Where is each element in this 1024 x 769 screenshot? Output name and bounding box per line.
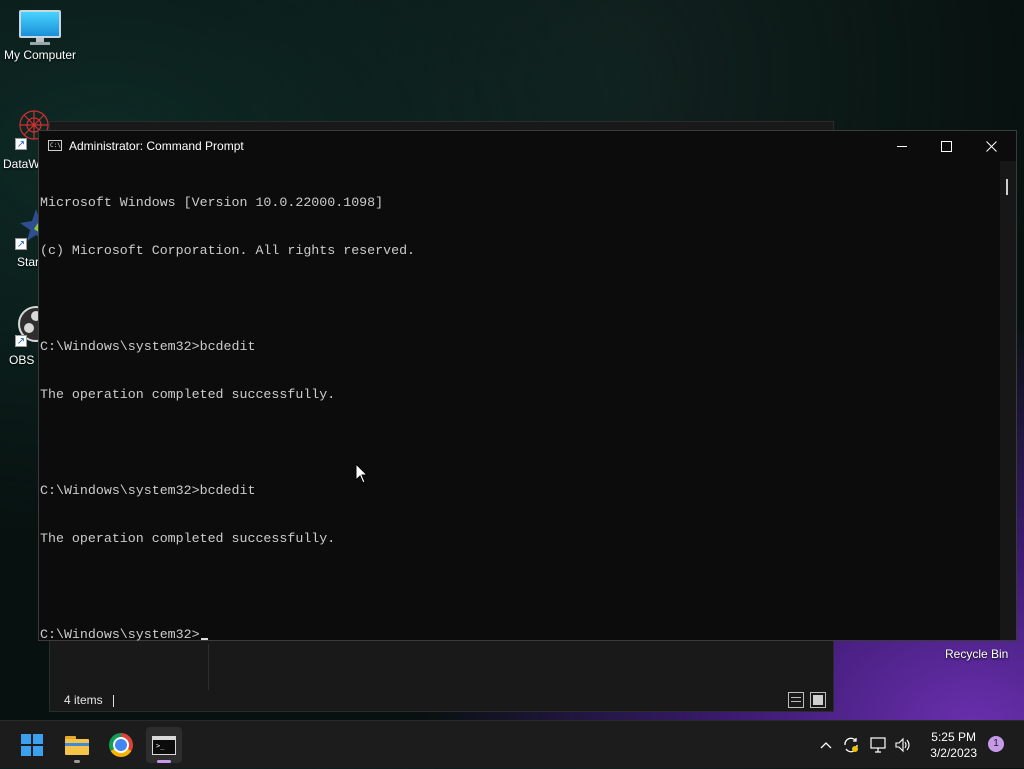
desktop-icon-my-computer[interactable]: My Computer (0, 10, 80, 62)
monitor-icon (19, 10, 61, 45)
notification-badge[interactable]: 1 (988, 736, 1004, 752)
minimize-icon (896, 145, 907, 147)
taskbar-file-explorer[interactable] (59, 727, 95, 763)
maximize-button[interactable] (924, 131, 969, 161)
console-line: Microsoft Windows [Version 10.0.22000.10… (40, 195, 384, 210)
shortcut-arrow-icon: ↗ (15, 238, 27, 250)
system-clock[interactable]: 5:25 PM 3/2/2023 (930, 729, 977, 761)
volume-button[interactable] (892, 721, 914, 769)
clock-time: 5:25 PM (931, 730, 976, 744)
windows-start-icon (21, 734, 43, 756)
sync-status-button[interactable] (840, 721, 862, 769)
close-icon (986, 140, 997, 152)
desktop-icon-label: DataW (3, 157, 40, 171)
chevron-up-icon (820, 742, 832, 749)
start-button[interactable] (14, 727, 50, 763)
volume-icon (895, 737, 910, 753)
file-explorer-icon (65, 735, 89, 755)
console-prompt-line[interactable]: C:\Windows\system32> (40, 627, 1000, 643)
status-bar: 4 items (64, 693, 114, 707)
details-view-button[interactable] (788, 692, 804, 708)
large-icons-view-button[interactable] (810, 692, 826, 708)
window-title: Administrator: Command Prompt (69, 139, 244, 153)
command-prompt-window[interactable]: C:\ Administrator: Command Prompt Micros… (38, 130, 1017, 643)
sync-icon (844, 737, 858, 753)
cmd-icon: C:\ (48, 140, 62, 151)
taskbar-chrome[interactable] (103, 727, 139, 763)
network-button[interactable] (867, 721, 889, 769)
console-line: The operation completed successfully. (40, 531, 336, 546)
item-count-text: 4 items (64, 693, 103, 707)
close-button[interactable] (969, 131, 1014, 161)
text-cursor (200, 638, 208, 640)
console-line: The operation completed successfully. (40, 387, 336, 402)
running-indicator (74, 760, 80, 763)
network-icon (870, 737, 886, 753)
window-titlebar[interactable]: C:\ Administrator: Command Prompt (39, 131, 1016, 161)
chrome-icon (109, 733, 133, 757)
shortcut-arrow-icon: ↗ (15, 335, 27, 347)
clock-date: 3/2/2023 (930, 746, 977, 760)
vertical-scrollbar[interactable] (1000, 161, 1016, 640)
scrollbar-thumb[interactable] (1006, 179, 1008, 195)
mouse-pointer-icon (355, 463, 369, 484)
desktop-icon-label: Star (17, 255, 40, 269)
show-hidden-icons-button[interactable] (816, 721, 836, 769)
console-line: C:\Windows\system32>bcdedit (40, 483, 256, 498)
taskbar-command-prompt[interactable]: >_ (146, 727, 182, 763)
maximize-icon (941, 140, 952, 152)
cmd-icon: >_ (152, 735, 176, 755)
minimize-button[interactable] (879, 131, 924, 161)
console-line: (c) Microsoft Corporation. All rights re… (40, 243, 416, 258)
taskbar: >_ 5:25 PM 3/2/2023 1 (0, 720, 1024, 768)
console-prompt: C:\Windows\system32> (40, 627, 200, 642)
shortcut-arrow-icon: ↗ (15, 138, 27, 150)
console-output[interactable]: Microsoft Windows [Version 10.0.22000.10… (39, 161, 1000, 643)
desktop-icon-label: My Computer (3, 48, 77, 62)
console-line: C:\Windows\system32>bcdedit (40, 339, 256, 354)
active-indicator (157, 760, 171, 763)
status-separator (112, 694, 114, 707)
